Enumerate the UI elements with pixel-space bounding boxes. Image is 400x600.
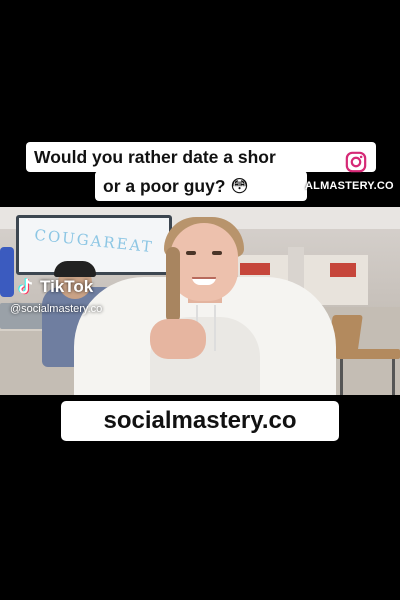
caption-line-1: Would you rather date a shor	[26, 142, 376, 172]
video-frame: Would you rather date a shor or a poor g…	[0, 0, 400, 600]
woman-face	[170, 223, 238, 301]
woman-hand	[150, 319, 206, 359]
video-scene: COUGAREAT	[0, 207, 400, 395]
woman-braid	[166, 247, 180, 323]
chair-leg	[340, 359, 343, 395]
woman-eye	[212, 251, 222, 255]
tiktok-handle: @socialmastery.co	[10, 303, 103, 315]
caption-line-2: or a poor guy? 😳	[95, 171, 307, 201]
seated-man-cap	[54, 261, 96, 277]
chair-seat	[336, 349, 400, 359]
cougareat-sign: COUGAREAT	[16, 215, 172, 275]
woman-eye	[186, 251, 196, 255]
website-url: socialmastery.co	[61, 401, 339, 441]
food-counter	[240, 263, 270, 275]
hoodie-string	[214, 305, 216, 351]
instagram-handle: ALMASTERY.CO	[305, 180, 394, 192]
instagram-icon	[345, 151, 367, 173]
tiktok-label: TikTok	[40, 277, 94, 296]
chair-leg	[392, 359, 395, 395]
tiktok-icon	[18, 278, 33, 295]
food-counter	[330, 263, 356, 277]
sign-text: COUGAREAT	[33, 225, 155, 257]
background-person	[0, 247, 14, 297]
